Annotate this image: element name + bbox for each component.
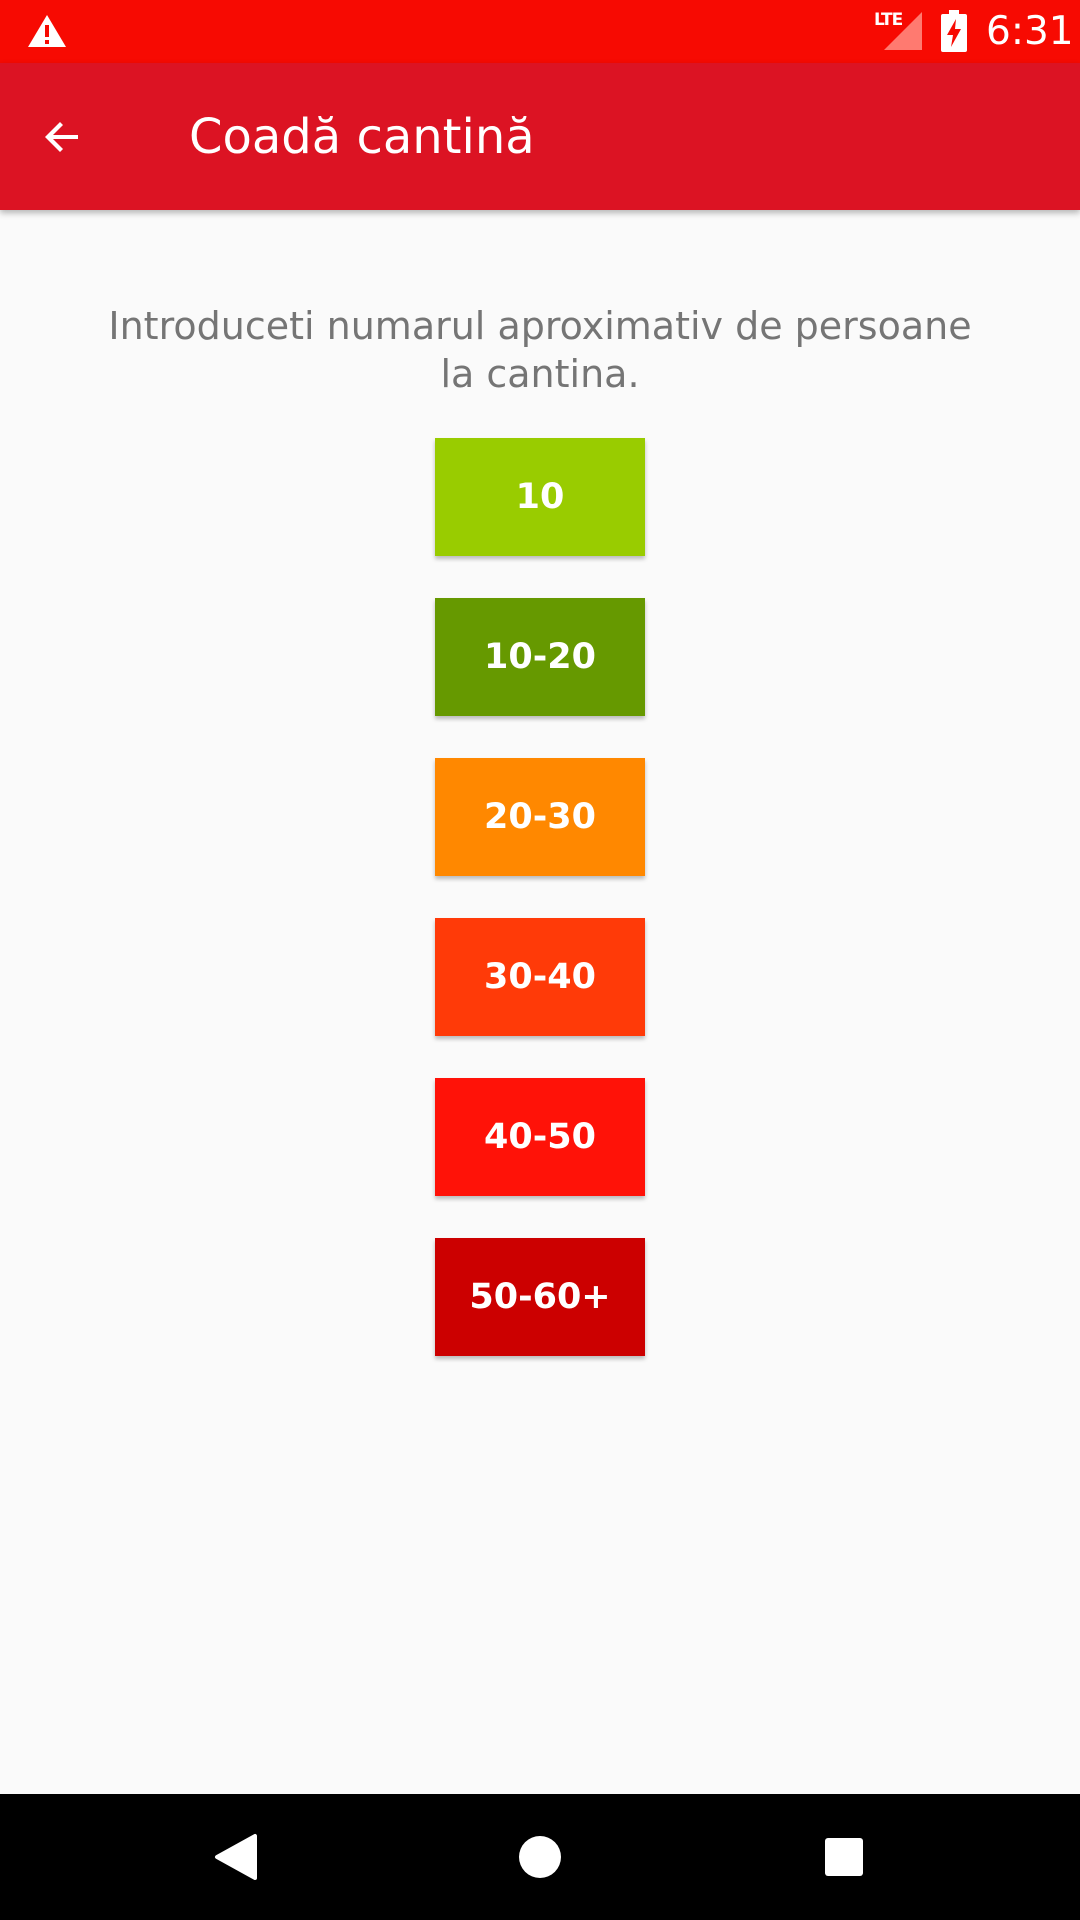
arrow-back-icon bbox=[45, 122, 78, 152]
back-triangle-icon bbox=[215, 1834, 257, 1880]
clock: 6:31 bbox=[986, 9, 1074, 54]
range-button-20-30[interactable]: 20-30 bbox=[435, 758, 645, 876]
nav-home-button[interactable] bbox=[505, 1822, 575, 1892]
page-title: Coadă cantină bbox=[189, 109, 535, 165]
main-content: Introduceti numarul aproximativ de perso… bbox=[0, 210, 1080, 1794]
home-circle-icon bbox=[519, 1836, 561, 1878]
recents-square-icon bbox=[825, 1838, 863, 1876]
range-button-40-50[interactable]: 40-50 bbox=[435, 1078, 645, 1196]
range-button-10-20[interactable]: 10-20 bbox=[435, 598, 645, 716]
range-button-30-40[interactable]: 30-40 bbox=[435, 918, 645, 1036]
warning-icon bbox=[28, 15, 66, 47]
app-bar: Coadă cantină bbox=[0, 63, 1080, 210]
screen: LTE 6:31 Coadă cantină Introduceti numar… bbox=[0, 0, 1080, 1920]
range-button-50-60-plus[interactable]: 50-60+ bbox=[435, 1238, 645, 1356]
nav-recents-button[interactable] bbox=[809, 1822, 879, 1892]
range-button-10[interactable]: 10 bbox=[435, 438, 645, 556]
nav-back-button[interactable] bbox=[201, 1822, 271, 1892]
network-type-label: LTE bbox=[874, 10, 903, 30]
navigation-bar bbox=[0, 1794, 1080, 1920]
instructions-text: Introduceti numarul aproximativ de perso… bbox=[108, 304, 972, 396]
battery-charging-icon bbox=[941, 10, 967, 52]
status-bar: LTE 6:31 bbox=[0, 0, 1080, 63]
back-button[interactable] bbox=[30, 105, 94, 169]
